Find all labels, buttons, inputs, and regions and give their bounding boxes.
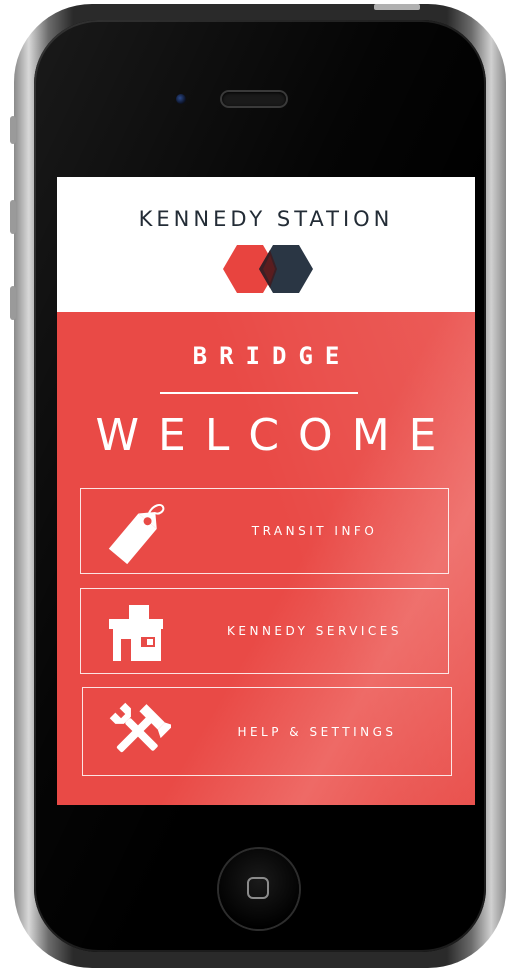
app-header: KENNEDY STATION xyxy=(57,177,475,312)
help-settings-button[interactable]: HELP & SETTINGS xyxy=(82,687,452,776)
transit-info-button[interactable]: TRANSIT INFO xyxy=(80,488,449,574)
power-button[interactable] xyxy=(374,4,420,10)
front-camera xyxy=(176,94,186,104)
welcome-panel: BRIDGE WELCOME TRANSIT INFO KENNEDY SERV… xyxy=(57,312,475,805)
help-settings-label: HELP & SETTINGS xyxy=(237,724,397,739)
building-icon xyxy=(109,605,163,661)
tag-icon xyxy=(108,504,165,565)
kennedy-services-button[interactable]: KENNEDY SERVICES xyxy=(80,588,449,674)
kennedy-services-label: KENNEDY SERVICES xyxy=(227,624,402,638)
volume-up-button[interactable] xyxy=(10,200,16,234)
home-square-icon xyxy=(247,877,269,899)
tools-icon xyxy=(109,702,171,753)
station-name: KENNEDY STATION xyxy=(138,207,394,231)
station-logo xyxy=(223,245,313,293)
app-screen: KENNEDY STATION BRIDGE WELCOME TRANSIT I… xyxy=(57,177,475,805)
volume-down-button[interactable] xyxy=(10,286,16,320)
earpiece-speaker xyxy=(222,92,286,106)
brand-title: BRIDGE xyxy=(192,342,352,370)
home-button[interactable] xyxy=(219,849,299,929)
title-divider xyxy=(160,392,358,394)
welcome-heading: WELCOME xyxy=(95,410,456,461)
mute-switch[interactable] xyxy=(10,116,16,144)
transit-info-label: TRANSIT INFO xyxy=(251,524,378,538)
